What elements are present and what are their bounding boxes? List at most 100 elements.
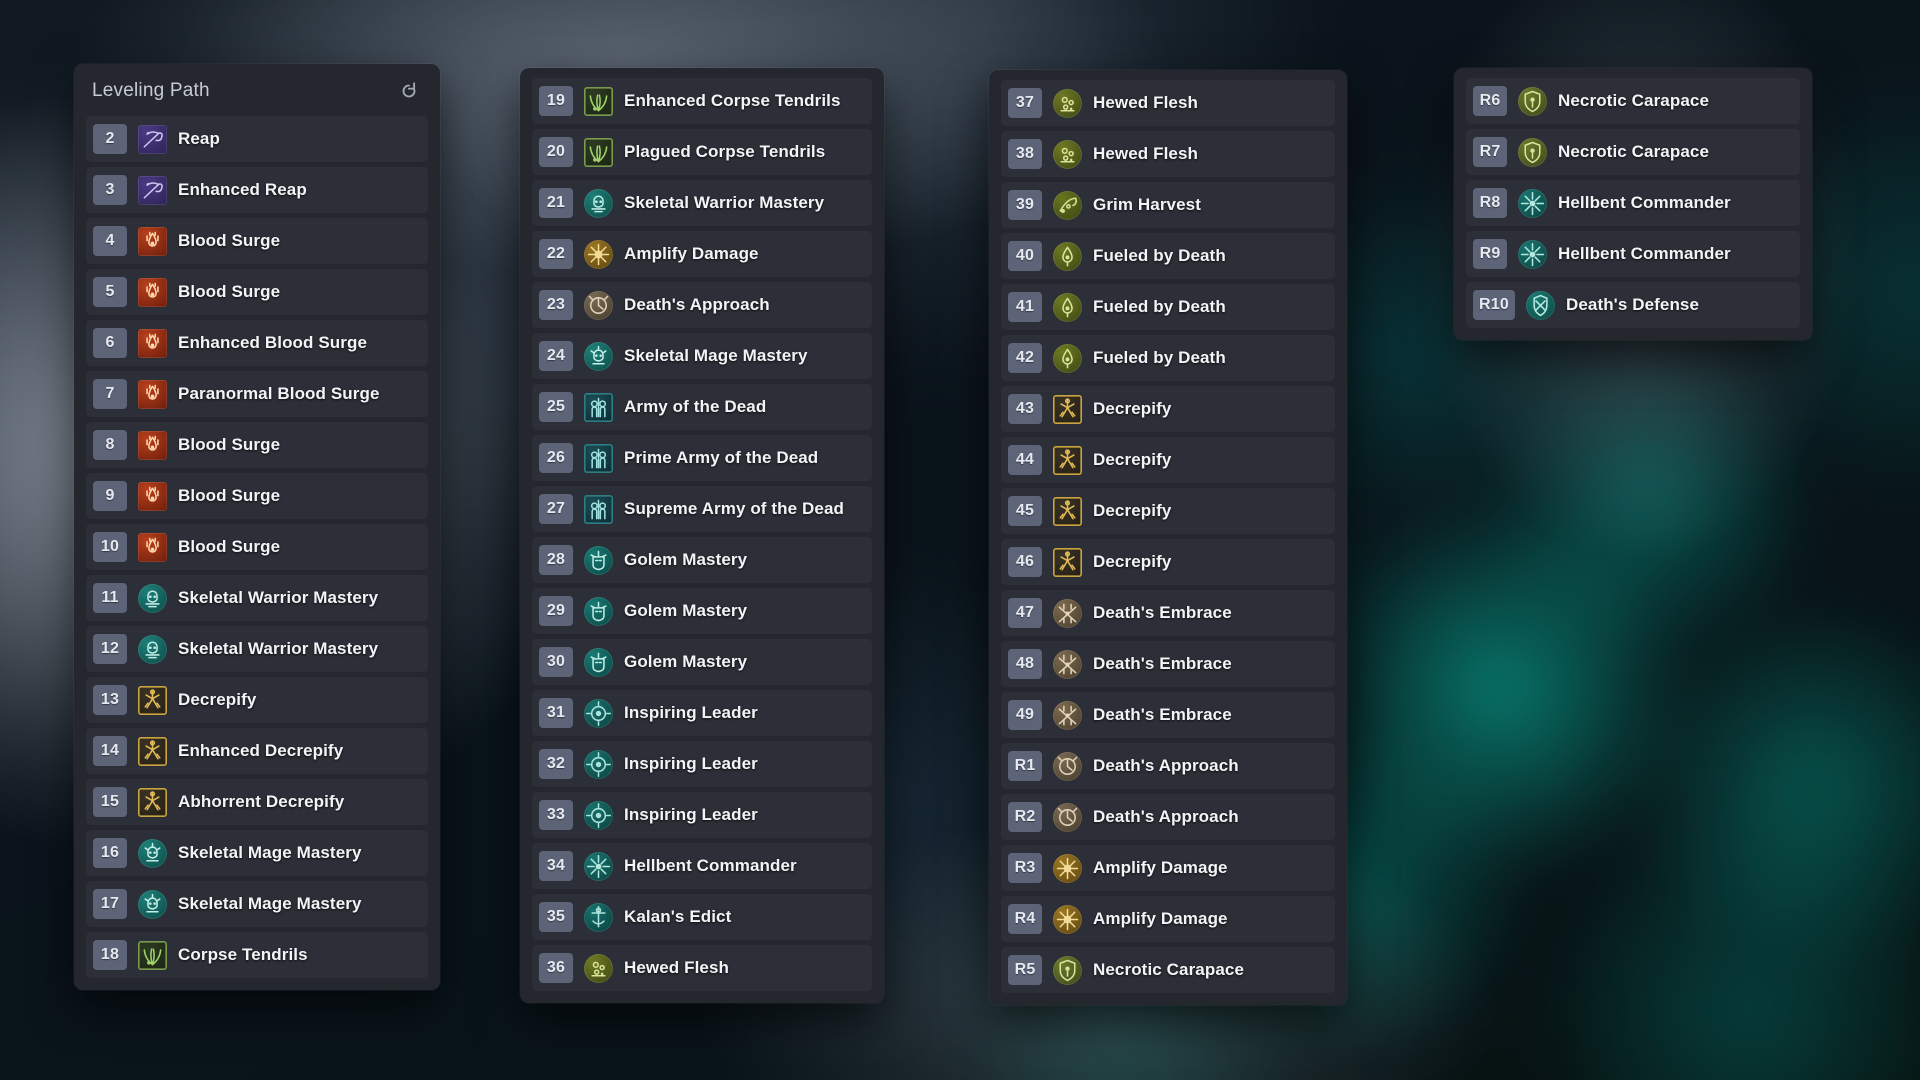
- skill-name: Death's Embrace: [1093, 654, 1232, 673]
- skill-name: Hewed Flesh: [1093, 144, 1199, 163]
- skill-name: Decrepify: [178, 690, 257, 709]
- list-item[interactable]: 2 Reap: [86, 116, 428, 162]
- skill-name: Death's Approach: [1093, 756, 1239, 775]
- list-item[interactable]: 39 Grim Harvest: [1001, 182, 1335, 228]
- skill-name: Golem Mastery: [624, 652, 748, 671]
- list-item[interactable]: R8 Hellbent Commander: [1466, 180, 1800, 226]
- list-item[interactable]: 25 Army of the Dead: [532, 384, 872, 430]
- list-item[interactable]: 30 Golem Mastery: [532, 639, 872, 685]
- skill-name: Hellbent Commander: [1558, 244, 1731, 263]
- skill-name: Fueled by Death: [1093, 297, 1226, 316]
- list-item[interactable]: 22 Amplify Damage: [532, 231, 872, 277]
- list-item[interactable]: 37 Hewed Flesh: [1001, 80, 1335, 126]
- list-item[interactable]: 3 Enhanced Reap: [86, 167, 428, 213]
- list-item[interactable]: 35 Kalan's Edict: [532, 894, 872, 940]
- list-item[interactable]: 17 Skeletal Mage Mastery: [86, 881, 428, 927]
- skill-name: Death's Embrace: [1093, 705, 1232, 724]
- level-badge: R10: [1473, 290, 1515, 320]
- skeletal-warrior-icon: [584, 188, 613, 218]
- list-item[interactable]: 12 Skeletal Warrior Mastery: [86, 626, 428, 672]
- list-item[interactable]: 24 Skeletal Mage Mastery: [532, 333, 872, 379]
- list-item[interactable]: 42 Fueled by Death: [1001, 335, 1335, 381]
- list-item[interactable]: 19 Enhanced Corpse Tendrils: [532, 78, 872, 124]
- army-of-the-dead-icon: [584, 494, 613, 524]
- list-item[interactable]: 45 Decrepify: [1001, 488, 1335, 534]
- list-item[interactable]: 40 Fueled by Death: [1001, 233, 1335, 279]
- fueled-by-death-icon: [1053, 343, 1082, 373]
- blood-surge-icon: [138, 328, 167, 358]
- decrepify-icon: [1053, 547, 1082, 577]
- list-item[interactable]: R1 Death's Approach: [1001, 743, 1335, 789]
- list-item[interactable]: 41 Fueled by Death: [1001, 284, 1335, 330]
- inspiring-leader-icon: [584, 749, 613, 779]
- list-item[interactable]: R2 Death's Approach: [1001, 794, 1335, 840]
- list-item[interactable]: 46 Decrepify: [1001, 539, 1335, 585]
- list-item[interactable]: 14 Enhanced Decrepify: [86, 728, 428, 774]
- level-badge: 8: [93, 430, 127, 460]
- level-badge: 47: [1008, 598, 1042, 628]
- level-badge: 49: [1008, 700, 1042, 730]
- level-badge: R5: [1008, 955, 1042, 985]
- list-item[interactable]: R10 Death's Defense: [1466, 282, 1800, 328]
- list-item[interactable]: 29 Golem Mastery: [532, 588, 872, 634]
- necrotic-carapace-icon: [1053, 955, 1082, 985]
- skill-name: Enhanced Decrepify: [178, 741, 344, 760]
- skill-name: Decrepify: [1093, 399, 1172, 418]
- level-badge: R1: [1008, 751, 1042, 781]
- list-item[interactable]: 33 Inspiring Leader: [532, 792, 872, 838]
- list-item[interactable]: 8 Blood Surge: [86, 422, 428, 468]
- list-item[interactable]: 7 Paranormal Blood Surge: [86, 371, 428, 417]
- list-item[interactable]: R6 Necrotic Carapace: [1466, 78, 1800, 124]
- skill-name: Death's Embrace: [1093, 603, 1232, 622]
- skill-name: Decrepify: [1093, 552, 1172, 571]
- list-item[interactable]: 15 Abhorrent Decrepify: [86, 779, 428, 825]
- list-item[interactable]: R4 Amplify Damage: [1001, 896, 1335, 942]
- list-item[interactable]: 9 Blood Surge: [86, 473, 428, 519]
- list-item[interactable]: R7 Necrotic Carapace: [1466, 129, 1800, 175]
- list-item[interactable]: 6 Enhanced Blood Surge: [86, 320, 428, 366]
- list-item[interactable]: R3 Amplify Damage: [1001, 845, 1335, 891]
- list-item[interactable]: 31 Inspiring Leader: [532, 690, 872, 736]
- list-item[interactable]: R9 Hellbent Commander: [1466, 231, 1800, 277]
- list-item[interactable]: 36 Hewed Flesh: [532, 945, 872, 991]
- list-item[interactable]: 16 Skeletal Mage Mastery: [86, 830, 428, 876]
- leveling-panel-2: 37 Hewed Flesh 38 Hewed Flesh 39 Grim Harvest…: [989, 70, 1347, 1005]
- list-item[interactable]: 44 Decrepify: [1001, 437, 1335, 483]
- list-item[interactable]: 11 Skeletal Warrior Mastery: [86, 575, 428, 621]
- list-item[interactable]: 43 Decrepify: [1001, 386, 1335, 432]
- reset-icon[interactable]: [396, 78, 422, 104]
- level-badge: 37: [1008, 88, 1042, 118]
- list-item[interactable]: 26 Prime Army of the Dead: [532, 435, 872, 481]
- skill-list: 19 Enhanced Corpse Tendrils 20 Plagued Corp…: [532, 78, 872, 991]
- list-item[interactable]: 32 Inspiring Leader: [532, 741, 872, 787]
- list-item[interactable]: 34 Hellbent Commander: [532, 843, 872, 889]
- list-item[interactable]: 28 Golem Mastery: [532, 537, 872, 583]
- list-item[interactable]: 23 Death's Approach: [532, 282, 872, 328]
- list-item[interactable]: 20 Plagued Corpse Tendrils: [532, 129, 872, 175]
- list-item[interactable]: 4 Blood Surge: [86, 218, 428, 264]
- skeletal-warrior-icon: [138, 583, 167, 613]
- level-badge: 22: [539, 239, 573, 269]
- list-item[interactable]: 13 Decrepify: [86, 677, 428, 723]
- skill-name: Blood Surge: [178, 231, 281, 250]
- skill-name: Death's Approach: [624, 295, 770, 314]
- list-item[interactable]: 10 Blood Surge: [86, 524, 428, 570]
- list-item[interactable]: 18 Corpse Tendrils: [86, 932, 428, 978]
- deaths-embrace-icon: [1053, 700, 1082, 730]
- deaths-approach-icon: [1053, 751, 1082, 781]
- skill-name: Supreme Army of the Dead: [624, 499, 844, 518]
- level-badge: 36: [539, 953, 573, 983]
- leveling-panel-1: 19 Enhanced Corpse Tendrils 20 Plagued Corp…: [520, 68, 884, 1003]
- list-item[interactable]: 27 Supreme Army of the Dead: [532, 486, 872, 532]
- list-item[interactable]: 5 Blood Surge: [86, 269, 428, 315]
- list-item[interactable]: 38 Hewed Flesh: [1001, 131, 1335, 177]
- list-item[interactable]: 49 Death's Embrace: [1001, 692, 1335, 738]
- level-badge: 33: [539, 800, 573, 830]
- list-item[interactable]: R5 Necrotic Carapace: [1001, 947, 1335, 993]
- reap-icon: [138, 175, 167, 205]
- list-item[interactable]: 47 Death's Embrace: [1001, 590, 1335, 636]
- list-item[interactable]: 21 Skeletal Warrior Mastery: [532, 180, 872, 226]
- blood-surge-icon: [138, 379, 167, 409]
- skill-name: Blood Surge: [178, 435, 281, 454]
- list-item[interactable]: 48 Death's Embrace: [1001, 641, 1335, 687]
